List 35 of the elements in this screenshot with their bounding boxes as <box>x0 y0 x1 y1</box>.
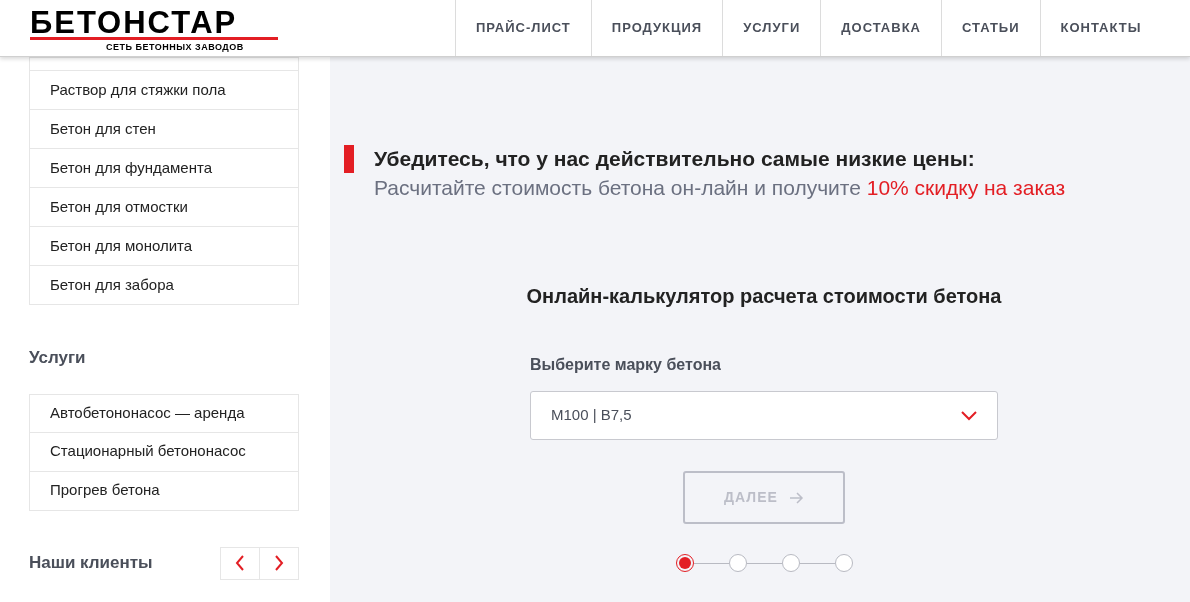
next-button[interactable] <box>260 546 299 580</box>
previous-button[interactable] <box>220 546 260 580</box>
section-title: Услуги <box>29 347 87 369</box>
promo-text: Расчитайте стоимость бетона он-лайн и получите 10% скидку на заказ <box>374 175 1066 201</box>
nav-link[interactable]: СТАТЬИ <box>940 0 1040 56</box>
arrow-right-icon <box>789 491 804 504</box>
sidebar-item[interactable]: Стационарный бетононасос <box>29 432 299 472</box>
logo-tagline: СЕТЬ БЕТОННЫХ ЗАВОДОВ <box>106 41 244 54</box>
sidebar-item[interactable]: Бетон для отмостки <box>29 188 299 227</box>
sidebar-item[interactable]: Бетон для стен <box>29 110 299 149</box>
field-label: Выберите марку бетона <box>530 355 722 375</box>
step-indicator[interactable] <box>728 554 747 572</box>
logo[interactable]: БЕТОНСТАР <box>30 10 278 40</box>
promo-title: Убедитесь, что у нас действительно самые низкие цены: <box>374 146 976 172</box>
accent-bar <box>344 145 354 173</box>
nav-link[interactable]: ДОСТАВКА <box>820 0 941 56</box>
nav-link[interactable]: ПРАЙС-ЛИСТ <box>455 0 591 56</box>
sidebar-item[interactable]: Прогрев бетона <box>29 471 299 511</box>
chevron-left-icon <box>235 555 245 571</box>
chevron-right-icon <box>274 555 284 571</box>
sidebar-item[interactable]: Бетон для фундамента <box>29 149 299 188</box>
step-indicator[interactable] <box>834 554 853 572</box>
chevron-down-icon <box>961 410 977 421</box>
sidebar-item[interactable]: Бетон для монолита <box>29 227 299 266</box>
sidebar-item[interactable] <box>29 57 299 71</box>
nav-link[interactable]: ПРОДУКЦИЯ <box>590 0 723 56</box>
sidebar-item[interactable]: Бетон для забора <box>29 266 299 305</box>
concrete-grade-select[interactable]: М100 | В7,5 <box>530 391 998 440</box>
calculator-title: Онлайн-калькулятор расчета стоимости бетона <box>525 284 1003 309</box>
nav-link[interactable]: УСЛУГИ <box>722 0 821 56</box>
section-title: Наши клиенты <box>29 552 153 575</box>
step-indicator[interactable] <box>781 554 800 572</box>
nav-link[interactable]: КОНТАКТЫ <box>1039 0 1162 56</box>
sidebar-item[interactable]: Автобетононасос — аренда <box>29 393 299 433</box>
sidebar-item[interactable]: Раствор для стяжки пола <box>29 71 299 110</box>
